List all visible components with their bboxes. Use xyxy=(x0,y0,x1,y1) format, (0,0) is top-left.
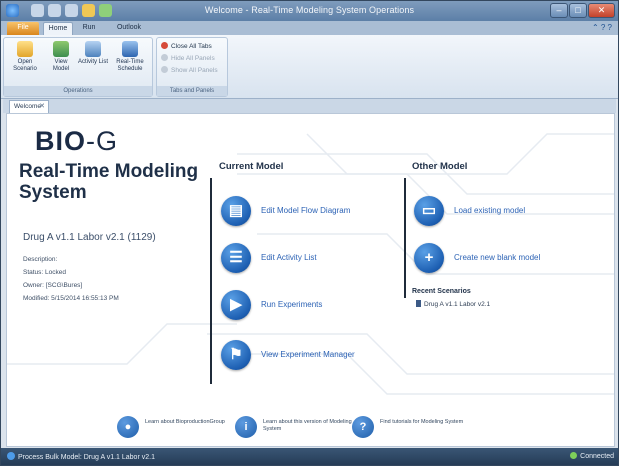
scenario-owner: Owner: [SCG\Bures] xyxy=(23,282,83,289)
status-model-info: Process Bulk Model: Drug A v1.1 Labor v2… xyxy=(7,452,155,461)
flow-diagram-icon: ▤ xyxy=(221,196,251,226)
connection-status: Connected xyxy=(570,452,614,460)
plus-glyph: + xyxy=(424,249,434,266)
checkered-flag-icon: ⚑ xyxy=(221,340,251,370)
group-label-operations: Operations xyxy=(4,86,152,96)
real-time-schedule-button[interactable]: Real-Time Schedule xyxy=(110,41,150,73)
connection-status-label: Connected xyxy=(580,453,614,460)
hide-all-panels-button[interactable]: Hide All Panels xyxy=(161,54,215,62)
learn-about-version-label: Learn about this version of Modeling Sys… xyxy=(263,419,352,432)
edit-model-flow-diagram-label: Edit Model Flow Diagram xyxy=(261,206,351,215)
load-existing-model-label: Load existing model xyxy=(454,206,526,215)
close-all-tabs-label: Close All Tabs xyxy=(171,43,212,50)
play-icon: ▶ xyxy=(221,290,251,320)
activity-list-glyph: ☰ xyxy=(229,249,243,266)
ribbon-group-operations: Open Scenario View Model Activity List R… xyxy=(3,37,153,97)
maximize-button[interactable]: □ xyxy=(569,3,587,18)
load-model-glyph: ▭ xyxy=(421,202,437,219)
hide-all-panels-label: Hide All Panels xyxy=(171,55,215,62)
show-all-panels-button[interactable]: Show All Panels xyxy=(161,66,218,74)
close-tabs-icon xyxy=(161,42,168,49)
other-model-title: Other Model xyxy=(412,161,468,172)
model-status-icon xyxy=(7,452,15,460)
help-icons[interactable]: ⌃ ? ? xyxy=(592,23,612,32)
window-title: Welcome - Real-Time Modeling System Oper… xyxy=(204,5,415,15)
activity-list-icon: ☰ xyxy=(221,243,251,273)
view-model-button[interactable]: View Model xyxy=(46,41,76,73)
hide-panels-icon xyxy=(161,54,168,61)
learn-about-company-label: Learn about BioproductionGroup xyxy=(145,419,225,425)
current-model-divider xyxy=(210,178,212,384)
document-tab-strip: Welcome ✕ xyxy=(3,99,616,113)
info-icon: i xyxy=(235,416,257,438)
status-model-label: Process Bulk Model: Drug A v1.1 Labor v2… xyxy=(18,454,155,461)
model-icon xyxy=(53,41,69,57)
group-icon: ● xyxy=(117,416,139,438)
help-icon: ? xyxy=(352,416,374,438)
ribbon-tab-strip: File Home Run Outlook ⌃ ? ? xyxy=(1,21,618,35)
flow-diagram-glyph: ▤ xyxy=(228,202,244,219)
close-tab-icon[interactable]: ✕ xyxy=(39,101,45,113)
title-bar: Welcome - Real-Time Modeling System Oper… xyxy=(1,1,618,21)
view-experiment-manager-label: View Experiment Manager xyxy=(261,350,355,359)
close-all-tabs-button[interactable]: Close All Tabs xyxy=(161,42,212,50)
edit-activity-list-label: Edit Activity List xyxy=(261,253,317,262)
tab-welcome[interactable]: Welcome ✕ xyxy=(9,100,49,113)
schedule-icon xyxy=(122,41,138,57)
open-scenario-button[interactable]: Open Scenario xyxy=(6,41,44,73)
tab-file[interactable]: File xyxy=(7,22,39,35)
scenario-status: Status: Locked xyxy=(23,269,66,276)
open-scenario-label: Open Scenario xyxy=(13,59,37,72)
brand-logo: BIO-G xyxy=(35,126,118,157)
real-time-schedule-label: Real-Time Schedule xyxy=(116,59,144,72)
load-model-icon: ▭ xyxy=(414,196,444,226)
run-experiments-label: Run Experiments xyxy=(261,300,323,309)
welcome-page: BIO-G Real-Time Modeling System Drug A v… xyxy=(6,113,615,447)
other-model-divider xyxy=(404,178,406,298)
tab-run[interactable]: Run xyxy=(77,22,101,35)
play-glyph: ▶ xyxy=(230,296,242,313)
ribbon-group-tabs-panels: Close All Tabs Hide All Panels Show All … xyxy=(156,37,228,97)
page-heading: Real-Time Modeling System xyxy=(19,161,199,203)
create-new-blank-model-label: Create new blank model xyxy=(454,253,541,262)
folder-icon xyxy=(17,41,33,57)
plus-icon: + xyxy=(414,243,444,273)
recent-scenario-label: Drug A v1.1 Labor v2.1 xyxy=(424,301,491,308)
logo-part-2: -G xyxy=(86,126,119,156)
recent-scenario-item[interactable]: Drug A v1.1 Labor v2.1 xyxy=(416,300,490,308)
scenario-description: Description: xyxy=(23,256,58,263)
checkered-flag-glyph: ⚑ xyxy=(229,346,243,363)
recent-scenario-icon xyxy=(416,300,421,307)
group-label-tabs-panels: Tabs and Panels xyxy=(157,86,227,96)
show-all-panels-label: Show All Panels xyxy=(171,67,218,74)
scenario-name: Drug A v1.1 Labor v2.1 (1129) xyxy=(23,232,156,243)
show-panels-icon xyxy=(161,66,168,73)
ribbon: Open Scenario View Model Activity List R… xyxy=(1,35,618,99)
status-bar: Process Bulk Model: Drug A v1.1 Labor v2… xyxy=(1,448,618,465)
recent-scenarios-title: Recent Scenarios xyxy=(412,288,471,295)
connected-icon xyxy=(570,452,578,459)
minimize-button[interactable]: – xyxy=(550,3,568,18)
logo-part-1: BIO xyxy=(35,126,87,156)
activity-list-label: Activity List xyxy=(78,59,109,65)
list-icon xyxy=(85,41,101,57)
tab-outlook[interactable]: Outlook xyxy=(111,22,147,35)
find-tutorials-label: Find tutorials for Modeling System xyxy=(380,419,464,425)
activity-list-button[interactable]: Activity List xyxy=(78,41,108,66)
view-model-label: View Model xyxy=(52,59,70,72)
close-button[interactable]: ✕ xyxy=(588,3,615,18)
tab-home[interactable]: Home xyxy=(43,22,73,35)
scenario-modified: Modified: 5/15/2014 16:55:13 PM xyxy=(23,295,119,302)
application-window: Welcome - Real-Time Modeling System Oper… xyxy=(0,0,619,466)
current-model-title: Current Model xyxy=(219,161,284,172)
tab-welcome-label: Welcome xyxy=(14,103,41,110)
